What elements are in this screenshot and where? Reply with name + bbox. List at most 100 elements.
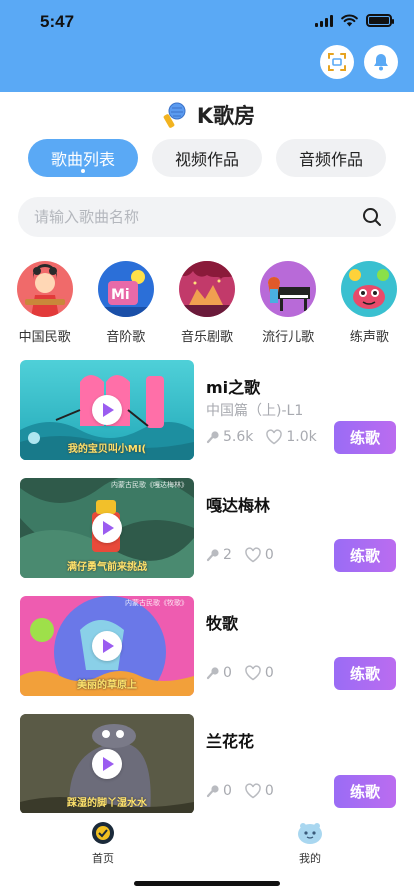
song-title: 兰花花: [206, 732, 255, 751]
tab-label: 音频作品: [298, 150, 363, 169]
song-item[interactable]: 我的宝贝叫小MI( mi之歌 中国篇（上)-L1 5.6k 1.0k 练歌: [20, 360, 396, 460]
mic-icon: [206, 667, 219, 680]
play-icon[interactable]: [92, 631, 122, 661]
play-count-value: 5.6k: [223, 429, 254, 445]
heart-icon: [245, 665, 261, 681]
play-count-value: 0: [223, 783, 232, 799]
category-chinese-folk[interactable]: 中国民歌: [10, 261, 80, 345]
category-image: [260, 261, 317, 317]
song-title: 嘎达梅林: [206, 496, 271, 515]
mic-icon: [206, 431, 219, 444]
scan-icon: [328, 53, 346, 71]
bell-icon: [374, 54, 388, 71]
tab-song-list[interactable]: 歌曲列表: [28, 139, 138, 177]
like-count: 1.0k: [265, 429, 317, 445]
microphone-icon: [163, 102, 186, 128]
page-title: K歌房: [196, 104, 256, 128]
like-count: 0: [244, 547, 274, 563]
home-icon: [92, 822, 114, 844]
play-icon[interactable]: [92, 749, 122, 779]
heart-icon: [245, 783, 261, 799]
status-time: 5:47: [40, 12, 75, 31]
play-icon[interactable]: [92, 395, 122, 425]
song-stats: 5.6k 1.0k: [206, 429, 329, 445]
play-count: 0: [206, 665, 232, 681]
play-icon[interactable]: [92, 513, 122, 543]
song-subtitle: 中国篇（上)-L1: [206, 403, 304, 419]
category-label: 练声歌: [349, 330, 389, 345]
practice-button[interactable]: 练歌: [334, 775, 396, 808]
thumbnail-caption: 美丽的草原上: [77, 680, 137, 691]
play-count-value: 0: [223, 665, 232, 681]
category-label: 中国民歌: [18, 330, 71, 345]
category-row: 中国民歌 Mi 音阶歌 音乐剧歌 流行儿歌 练声歌: [0, 261, 414, 345]
song-stats: 0 0: [206, 665, 286, 681]
tab-label: 视频作品: [174, 150, 239, 169]
tab-label: 我的: [299, 852, 321, 865]
practice-button[interactable]: 练歌: [334, 657, 396, 690]
page-title-row: K歌房: [0, 100, 414, 130]
song-thumbnail[interactable]: 内蒙古民歌《牧歌》 美丽的草原上: [20, 596, 194, 696]
song-title: 牧歌: [206, 614, 239, 633]
active-dot: [81, 169, 85, 173]
tab-bar: 歌曲列表 视频作品 音频作品: [28, 139, 386, 177]
thumbnail-caption: 我的宝贝叫小MI(: [67, 444, 147, 455]
tab-label: 歌曲列表: [50, 150, 115, 169]
category-scale-songs[interactable]: Mi 音阶歌: [91, 261, 161, 345]
mic-icon: [206, 549, 219, 562]
thumbnail-caption: 踩湿的脚丫湿水水: [67, 798, 147, 809]
play-count: 0: [206, 783, 232, 799]
category-musical-songs[interactable]: 音乐剧歌: [172, 261, 242, 345]
tab-video-works[interactable]: 视频作品: [152, 139, 262, 177]
search-bar: [18, 197, 396, 237]
song-title: mi之歌: [206, 378, 261, 397]
practice-button[interactable]: 练歌: [334, 539, 396, 572]
tab-label: 首页: [92, 852, 114, 865]
category-pop-kids[interactable]: 流行儿歌: [253, 261, 323, 345]
song-item[interactable]: 内蒙古民歌《牧歌》 美丽的草原上 牧歌 0 0 练歌: [20, 596, 396, 696]
like-count-value: 1.0k: [286, 429, 317, 445]
thumbnail-tag: 内蒙古民歌《牧歌》: [125, 599, 188, 607]
thumbnail-tag: 内蒙古民歌《嘎达梅林》: [111, 481, 188, 489]
wifi-icon: [341, 14, 358, 27]
song-stats: 0 0: [206, 783, 286, 799]
heart-icon: [245, 547, 261, 563]
search-icon[interactable]: [362, 207, 382, 227]
svg-text:Mi: Mi: [111, 287, 130, 303]
status-bar: 5:47: [0, 0, 414, 46]
signal-icon: [315, 14, 333, 27]
practice-button[interactable]: 练歌: [334, 421, 396, 454]
tab-home[interactable]: 首页: [63, 821, 143, 866]
home-indicator: [134, 881, 280, 886]
like-count: 0: [244, 665, 274, 681]
category-label: 音阶歌: [106, 330, 146, 345]
song-thumbnail[interactable]: 内蒙古民歌《嘎达梅林》 满仔勇气前来挑战: [20, 478, 194, 578]
tab-profile[interactable]: 我的: [270, 821, 350, 866]
tab-audio-works[interactable]: 音频作品: [276, 139, 386, 177]
profile-icon: [298, 823, 322, 844]
song-thumbnail[interactable]: 我的宝贝叫小MI(: [20, 360, 194, 460]
song-stats: 2 0: [206, 547, 286, 563]
mic-icon: [206, 785, 219, 798]
play-count: 2: [206, 547, 232, 563]
play-count: 5.6k: [206, 429, 253, 445]
song-thumbnail[interactable]: 踩湿的脚丫湿水水: [20, 714, 194, 814]
category-image: [16, 261, 73, 317]
category-image: [178, 261, 235, 317]
category-image: [341, 261, 398, 317]
like-count-value: 0: [264, 783, 274, 799]
battery-icon: [366, 14, 394, 27]
thumbnail-caption: 满仔勇气前来挑战: [67, 562, 147, 573]
search-input[interactable]: [34, 208, 362, 226]
notification-button[interactable]: [364, 45, 398, 79]
play-count-value: 2: [223, 547, 232, 563]
scan-button[interactable]: [320, 45, 354, 79]
category-image: Mi: [97, 261, 154, 317]
song-item[interactable]: 内蒙古民歌《嘎达梅林》 满仔勇气前来挑战 嘎达梅林 2 0 练歌: [20, 478, 396, 578]
heart-icon: [266, 429, 283, 445]
category-vocal-practice[interactable]: 练声歌: [334, 261, 404, 345]
category-label: 流行儿歌: [262, 330, 315, 345]
category-label: 音乐剧歌: [180, 330, 233, 345]
song-item[interactable]: 踩湿的脚丫湿水水 兰花花 0 0 练歌: [20, 714, 396, 814]
like-count: 0: [244, 783, 274, 799]
